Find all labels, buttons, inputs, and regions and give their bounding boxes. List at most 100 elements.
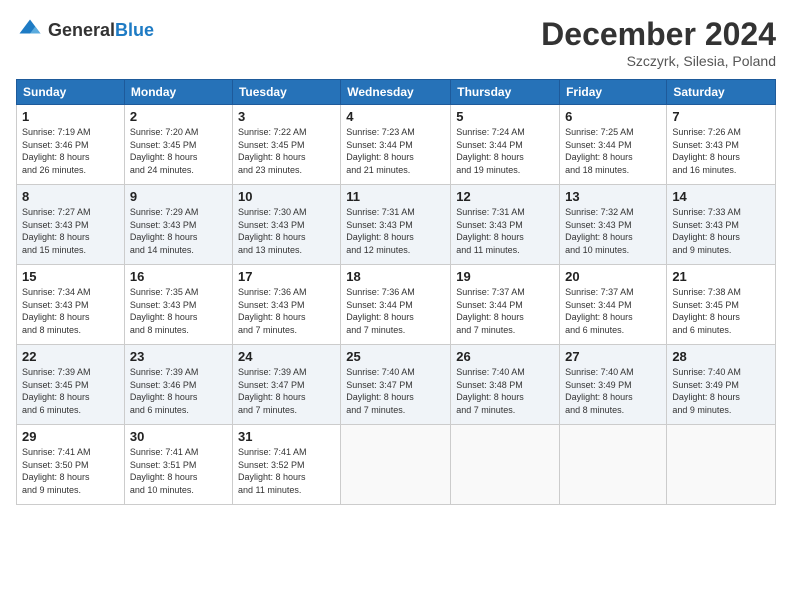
day-number: 5: [456, 109, 554, 124]
cell-text: Sunrise: 7:24 AM Sunset: 3:44 PM Dayligh…: [456, 126, 554, 176]
table-row: 15 Sunrise: 7:34 AM Sunset: 3:43 PM Dayli…: [17, 265, 125, 345]
day-number: 8: [22, 189, 119, 204]
table-row: 5 Sunrise: 7:24 AM Sunset: 3:44 PM Daylig…: [451, 105, 560, 185]
header-friday: Friday: [560, 80, 667, 105]
day-number: 31: [238, 429, 335, 444]
day-number: 17: [238, 269, 335, 284]
cell-text: Sunrise: 7:29 AM Sunset: 3:43 PM Dayligh…: [130, 206, 227, 256]
day-number: 23: [130, 349, 227, 364]
table-row: [667, 425, 776, 505]
day-number: 1: [22, 109, 119, 124]
day-number: 21: [672, 269, 770, 284]
header-thursday: Thursday: [451, 80, 560, 105]
header-saturday: Saturday: [667, 80, 776, 105]
table-row: 23 Sunrise: 7:39 AM Sunset: 3:46 PM Dayli…: [124, 345, 232, 425]
cell-text: Sunrise: 7:40 AM Sunset: 3:49 PM Dayligh…: [565, 366, 661, 416]
day-number: 18: [346, 269, 445, 284]
cell-text: Sunrise: 7:41 AM Sunset: 3:52 PM Dayligh…: [238, 446, 335, 496]
cell-text: Sunrise: 7:22 AM Sunset: 3:45 PM Dayligh…: [238, 126, 335, 176]
day-number: 25: [346, 349, 445, 364]
cell-text: Sunrise: 7:41 AM Sunset: 3:51 PM Dayligh…: [130, 446, 227, 496]
cell-text: Sunrise: 7:38 AM Sunset: 3:45 PM Dayligh…: [672, 286, 770, 336]
table-row: 29 Sunrise: 7:41 AM Sunset: 3:50 PM Dayli…: [17, 425, 125, 505]
day-number: 9: [130, 189, 227, 204]
cell-text: Sunrise: 7:39 AM Sunset: 3:47 PM Dayligh…: [238, 366, 335, 416]
cell-text: Sunrise: 7:30 AM Sunset: 3:43 PM Dayligh…: [238, 206, 335, 256]
cell-text: Sunrise: 7:31 AM Sunset: 3:43 PM Dayligh…: [346, 206, 445, 256]
day-number: 22: [22, 349, 119, 364]
logo-blue-text: Blue: [115, 20, 154, 40]
cell-text: Sunrise: 7:39 AM Sunset: 3:45 PM Dayligh…: [22, 366, 119, 416]
cell-text: Sunrise: 7:31 AM Sunset: 3:43 PM Dayligh…: [456, 206, 554, 256]
cell-text: Sunrise: 7:26 AM Sunset: 3:43 PM Dayligh…: [672, 126, 770, 176]
table-row: 3 Sunrise: 7:22 AM Sunset: 3:45 PM Daylig…: [232, 105, 340, 185]
cell-text: Sunrise: 7:33 AM Sunset: 3:43 PM Dayligh…: [672, 206, 770, 256]
day-number: 20: [565, 269, 661, 284]
day-number: 16: [130, 269, 227, 284]
cell-text: Sunrise: 7:20 AM Sunset: 3:45 PM Dayligh…: [130, 126, 227, 176]
day-number: 13: [565, 189, 661, 204]
day-number: 10: [238, 189, 335, 204]
table-row: 16 Sunrise: 7:35 AM Sunset: 3:43 PM Dayli…: [124, 265, 232, 345]
table-row: 2 Sunrise: 7:20 AM Sunset: 3:45 PM Daylig…: [124, 105, 232, 185]
table-row: 6Sunrise: 7:25 AM Sunset: 3:44 PM Daylig…: [560, 105, 667, 185]
header-sunday: Sunday: [17, 80, 125, 105]
table-row: 31 Sunrise: 7:41 AM Sunset: 3:52 PM Dayli…: [232, 425, 340, 505]
calendar-header-row: Sunday Monday Tuesday Wednesday Thursday…: [17, 80, 776, 105]
title-section: December 2024 Szczyrk, Silesia, Poland: [541, 16, 776, 69]
header-wednesday: Wednesday: [341, 80, 451, 105]
day-number: 11: [346, 189, 445, 204]
day-number: 24: [238, 349, 335, 364]
cell-text: Sunrise: 7:36 AM Sunset: 3:44 PM Dayligh…: [346, 286, 445, 336]
header-tuesday: Tuesday: [232, 80, 340, 105]
table-row: 17 Sunrise: 7:36 AM Sunset: 3:43 PM Dayli…: [232, 265, 340, 345]
cell-text: Sunrise: 7:36 AM Sunset: 3:43 PM Dayligh…: [238, 286, 335, 336]
day-number: 4: [346, 109, 445, 124]
day-number: 28: [672, 349, 770, 364]
table-row: 10 Sunrise: 7:30 AM Sunset: 3:43 PM Dayli…: [232, 185, 340, 265]
location-text: Szczyrk, Silesia, Poland: [541, 53, 776, 69]
cell-text: Sunrise: 7:37 AM Sunset: 3:44 PM Dayligh…: [565, 286, 661, 336]
cell-text: Sunrise: 7:39 AM Sunset: 3:46 PM Dayligh…: [130, 366, 227, 416]
day-number: 12: [456, 189, 554, 204]
table-row: 8 Sunrise: 7:27 AM Sunset: 3:43 PM Daylig…: [17, 185, 125, 265]
day-number: 26: [456, 349, 554, 364]
cell-text: Sunrise: 7:41 AM Sunset: 3:50 PM Dayligh…: [22, 446, 119, 496]
day-number: 6: [565, 109, 661, 124]
table-row: 27 Sunrise: 7:40 AM Sunset: 3:49 PM Dayli…: [560, 345, 667, 425]
cell-text: Sunrise: 7:32 AM Sunset: 3:43 PM Dayligh…: [565, 206, 661, 256]
cell-text: Sunrise: 7:34 AM Sunset: 3:43 PM Dayligh…: [22, 286, 119, 336]
cell-text: Sunrise: 7:23 AM Sunset: 3:44 PM Dayligh…: [346, 126, 445, 176]
table-row: 30Sunrise: 7:41 AM Sunset: 3:51 PM Dayli…: [124, 425, 232, 505]
cell-text: Sunrise: 7:27 AM Sunset: 3:43 PM Dayligh…: [22, 206, 119, 256]
logo: GeneralBlue: [16, 16, 154, 44]
day-number: 19: [456, 269, 554, 284]
table-row: 22 Sunrise: 7:39 AM Sunset: 3:45 PM Dayli…: [17, 345, 125, 425]
table-row: 12 Sunrise: 7:31 AM Sunset: 3:43 PM Dayli…: [451, 185, 560, 265]
table-row: 11 Sunrise: 7:31 AM Sunset: 3:43 PM Dayli…: [341, 185, 451, 265]
table-row: 25 Sunrise: 7:40 AM Sunset: 3:47 PM Dayli…: [341, 345, 451, 425]
day-number: 2: [130, 109, 227, 124]
table-row: 1 Sunrise: 7:19 AM Sunset: 3:46 PM Daylig…: [17, 105, 125, 185]
month-title: December 2024: [541, 16, 776, 53]
day-number: 3: [238, 109, 335, 124]
table-row: 26 Sunrise: 7:40 AM Sunset: 3:48 PM Dayli…: [451, 345, 560, 425]
table-row: 7Sunrise: 7:26 AM Sunset: 3:43 PM Daylig…: [667, 105, 776, 185]
table-row: 4 Sunrise: 7:23 AM Sunset: 3:44 PM Daylig…: [341, 105, 451, 185]
cell-text: Sunrise: 7:37 AM Sunset: 3:44 PM Dayligh…: [456, 286, 554, 336]
cell-text: Sunrise: 7:35 AM Sunset: 3:43 PM Dayligh…: [130, 286, 227, 336]
day-number: 27: [565, 349, 661, 364]
day-number: 14: [672, 189, 770, 204]
logo-icon: [16, 16, 44, 44]
cell-text: Sunrise: 7:40 AM Sunset: 3:48 PM Dayligh…: [456, 366, 554, 416]
cell-text: Sunrise: 7:40 AM Sunset: 3:49 PM Dayligh…: [672, 366, 770, 416]
logo-general-text: General: [48, 20, 115, 40]
table-row: 14 Sunrise: 7:33 AM Sunset: 3:43 PM Dayli…: [667, 185, 776, 265]
cell-text: Sunrise: 7:19 AM Sunset: 3:46 PM Dayligh…: [22, 126, 119, 176]
day-number: 29: [22, 429, 119, 444]
day-number: 15: [22, 269, 119, 284]
table-row: 20 Sunrise: 7:37 AM Sunset: 3:44 PM Dayli…: [560, 265, 667, 345]
cell-text: Sunrise: 7:40 AM Sunset: 3:47 PM Dayligh…: [346, 366, 445, 416]
table-row: [341, 425, 451, 505]
table-row: 9 Sunrise: 7:29 AM Sunset: 3:43 PM Daylig…: [124, 185, 232, 265]
